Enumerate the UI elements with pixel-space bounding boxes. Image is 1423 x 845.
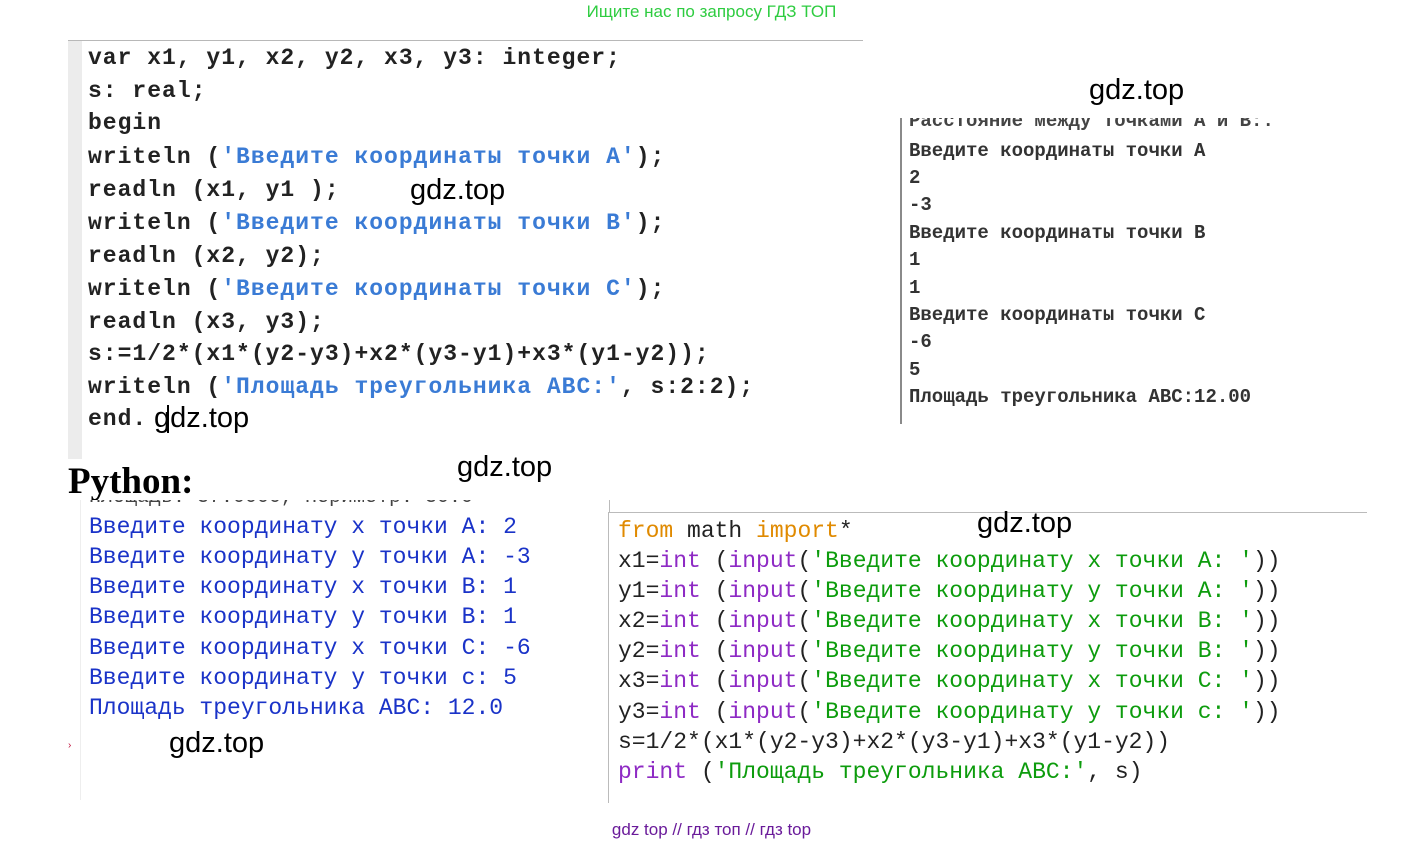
watermark: gdz.top (977, 507, 1073, 539)
code-line: writeln ('Введите координаты точки C'); (88, 276, 666, 302)
python-heading: Python: (68, 461, 194, 502)
output-line: Введите координату y точки с: 5 (89, 665, 517, 691)
code-line: x2=int (input('Введите координату x точк… (618, 608, 1281, 634)
code-line: y1=int (input('Введите координату y точк… (618, 578, 1281, 604)
output-line: Введите координату y точки A: -3 (89, 544, 531, 570)
code-line: readln (x1, y1 ); (88, 177, 340, 203)
code-line: s=1/2*(x1*(y2-y3)+x2*(y3-y1)+x3*(y1-y2)) (618, 729, 1171, 755)
code-line: end. (88, 406, 148, 432)
pascal-output-window[interactable]: Расстояние между точками A и B:. Введите… (900, 118, 1332, 424)
code-line: y3=int (input('Введите координату y точк… (618, 699, 1281, 725)
code-line: begin (88, 110, 163, 136)
output-line: Введите координаты точки C (909, 304, 1206, 326)
code-line: writeln ('Введите координаты точки A'); (88, 144, 666, 170)
output-line: Введите координаты точки A (909, 140, 1206, 162)
watermark: gdz.top (410, 174, 506, 206)
watermark: gdz.top (457, 451, 553, 483)
top-banner[interactable]: Ищите нас по запросу ГДЗ ТОП (0, 2, 1423, 22)
output-line: 2 (909, 167, 921, 189)
code-line: writeln ('Площадь треугольника ABC:', s:… (88, 374, 755, 400)
python-code-editor[interactable]: from math import* x1=int (input('Введите… (608, 512, 1367, 803)
output-line: Введите координату x точки C: -6 (89, 635, 531, 661)
output-line: Введите координату x точки A: 2 (89, 514, 517, 540)
code-line: from math import* (618, 518, 853, 544)
code-line: print ('Площадь треугольника ABC:', s) (618, 759, 1143, 785)
output-line: Площадь треугольника ABC:12.00 (909, 386, 1252, 408)
code-line: writeln ('Введите координаты точки B'); (88, 210, 666, 236)
code-line: y2=int (input('Введите координату y точк… (618, 638, 1281, 664)
output-line: 1 (909, 277, 921, 299)
python-output-window[interactable]: Площадь: 37.0000, Периметр: 30.0 Введите… (80, 500, 610, 800)
output-line: Введите координату y точки B: 1 (89, 604, 517, 630)
output-line: -6 (909, 331, 932, 353)
output-line: 1 (909, 249, 921, 271)
output-line: -3 (909, 194, 932, 216)
watermark: gdz.top (1089, 74, 1185, 106)
footer-links[interactable]: gdz top // гдз топ // гдз top (0, 820, 1423, 840)
code-line: var x1, y1, x2, y2, x3, y3: integer; (88, 45, 621, 71)
watermark: gdz.top (154, 402, 250, 434)
margin-mark: › (68, 740, 72, 751)
output-line-cut: Расстояние между точками A и B:. (909, 118, 1274, 132)
watermark: gdz.top (169, 727, 265, 759)
code-line: readln (x2, y2); (88, 243, 325, 269)
code-line: s:=1/2*(x1*(y2-y3)+x2*(y3-y1)+x3*(y1-y2)… (88, 341, 710, 367)
output-line: Введите координаты точки B (909, 222, 1206, 244)
output-line: 5 (909, 359, 921, 381)
pascal-code-editor[interactable]: var x1, y1, x2, y2, x3, y3: integer; s: … (68, 40, 863, 459)
code-line: s: real; (88, 78, 207, 104)
code-line: x3=int (input('Введите координату x точк… (618, 668, 1281, 694)
output-line-cut: Площадь: 37.0000, Периметр: 30.0 (89, 500, 473, 509)
editor-gutter (68, 41, 82, 459)
code-line: x1=int (input('Введите координату x точк… (618, 548, 1281, 574)
output-line: Введите координату x точки B: 1 (89, 574, 517, 600)
output-line: Площадь треугольника ABC: 12.0 (89, 695, 504, 721)
code-line: readln (x3, y3); (88, 309, 325, 335)
